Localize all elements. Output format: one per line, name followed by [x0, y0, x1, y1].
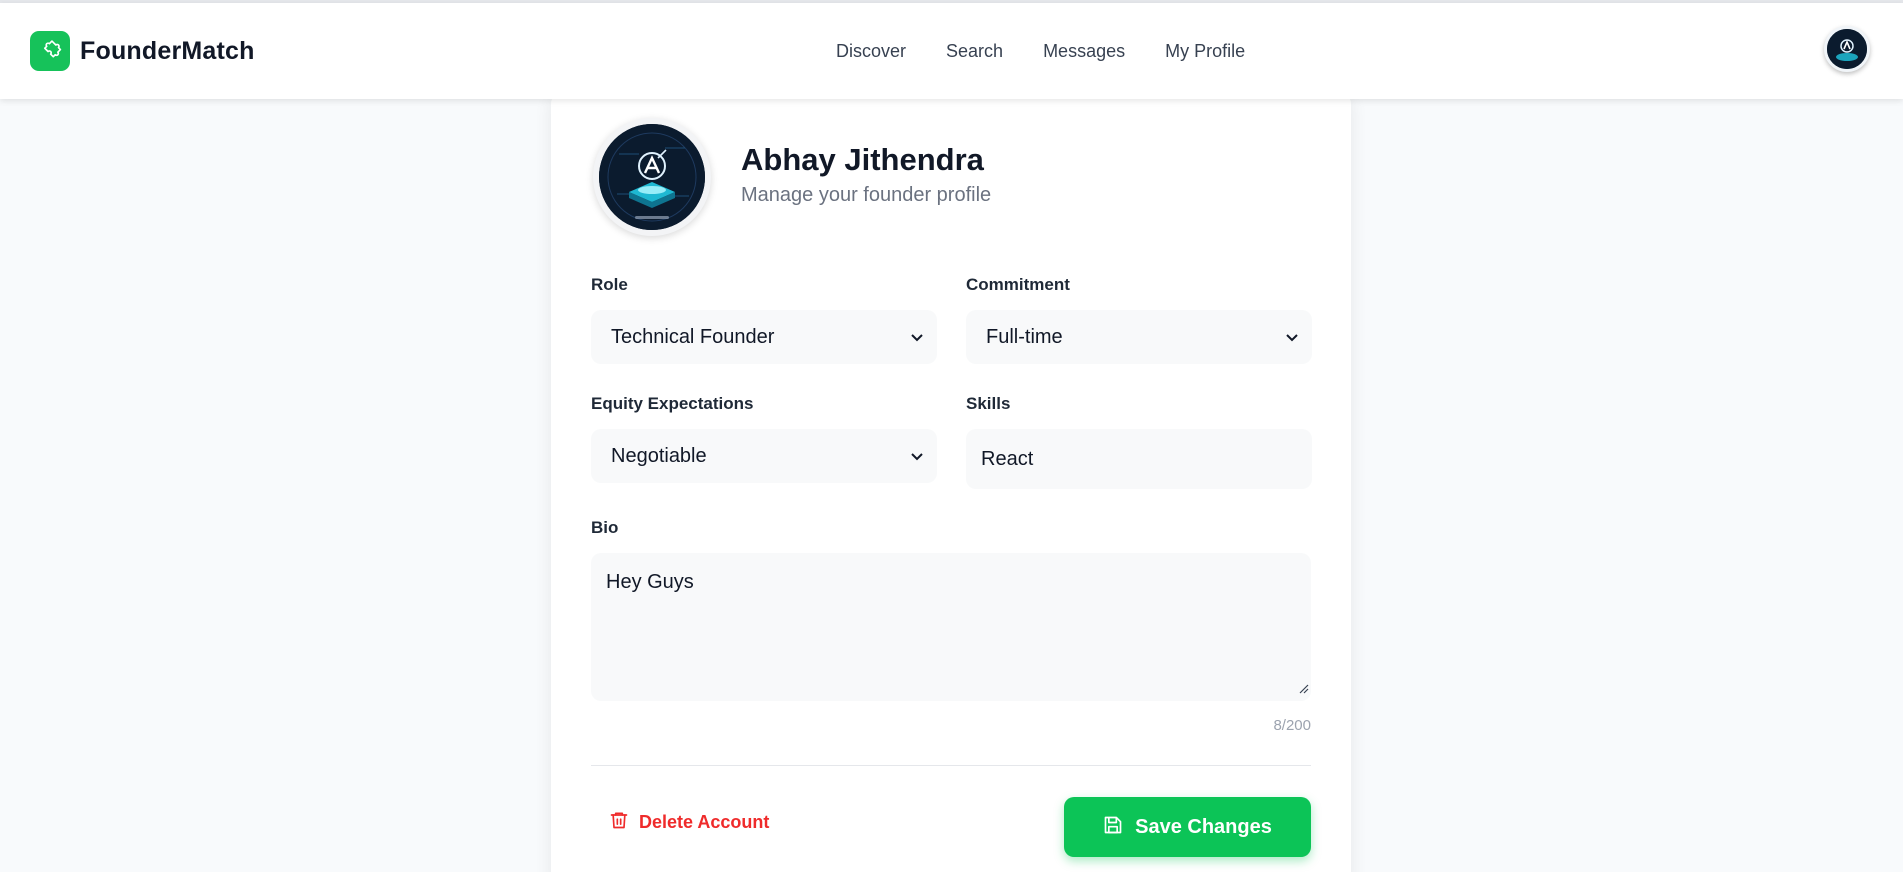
- robot-avatar-icon: [599, 124, 705, 230]
- main-nav: Discover Search Messages My Profile: [836, 41, 1285, 62]
- role-select[interactable]: Technical Founder: [591, 310, 937, 364]
- commitment-label: Commitment: [966, 275, 1070, 294]
- skills-input[interactable]: React: [966, 429, 1312, 489]
- divider: [591, 765, 1311, 766]
- save-changes-label: Save Changes: [1135, 815, 1272, 838]
- top-navbar: FounderMatch Discover Search Messages My…: [0, 3, 1903, 99]
- user-avatar-button[interactable]: [1824, 26, 1870, 72]
- save-changes-button[interactable]: Save Changes: [1064, 797, 1311, 857]
- equity-label: Equity Expectations: [591, 394, 754, 413]
- delete-account-label: Delete Account: [639, 812, 770, 832]
- skills-label: Skills: [966, 394, 1011, 413]
- puzzle-logo-icon: [30, 31, 70, 71]
- brand[interactable]: FounderMatch: [30, 31, 255, 71]
- profile-subtitle: Manage your founder profile: [741, 184, 992, 206]
- nav-search[interactable]: Search: [946, 41, 1003, 62]
- nav-discover[interactable]: Discover: [836, 41, 906, 62]
- commitment-value: Full-time: [986, 325, 1063, 348]
- bio-label: Bio: [591, 518, 619, 537]
- nav-my-profile[interactable]: My Profile: [1165, 41, 1245, 62]
- robot-avatar-icon: [1827, 29, 1867, 69]
- bio-char-counter: 8/200: [1273, 717, 1311, 734]
- profile-avatar[interactable]: [593, 118, 711, 236]
- resize-handle-icon[interactable]: [1297, 681, 1309, 699]
- commitment-select[interactable]: Full-time: [966, 310, 1312, 364]
- chevron-down-icon: [1284, 329, 1300, 350]
- bio-textarea[interactable]: Hey Guys: [591, 553, 1311, 701]
- nav-messages[interactable]: Messages: [1043, 41, 1125, 62]
- profile-name: Abhay Jithendra: [741, 142, 984, 177]
- chevron-down-icon: [909, 329, 925, 350]
- role-value: Technical Founder: [611, 325, 775, 348]
- delete-account-button[interactable]: Delete Account: [609, 810, 769, 835]
- brand-name: FounderMatch: [80, 36, 255, 65]
- equity-select[interactable]: Negotiable: [591, 429, 937, 483]
- bio-value: Hey Guys: [606, 571, 694, 593]
- chevron-down-icon: [909, 448, 925, 469]
- equity-value: Negotiable: [611, 444, 707, 467]
- role-label: Role: [591, 275, 628, 294]
- profile-card: Abhay Jithendra Manage your founder prof…: [551, 90, 1351, 872]
- skills-value: React: [981, 447, 1034, 470]
- trash-icon: [609, 810, 629, 835]
- save-icon: [1103, 815, 1123, 840]
